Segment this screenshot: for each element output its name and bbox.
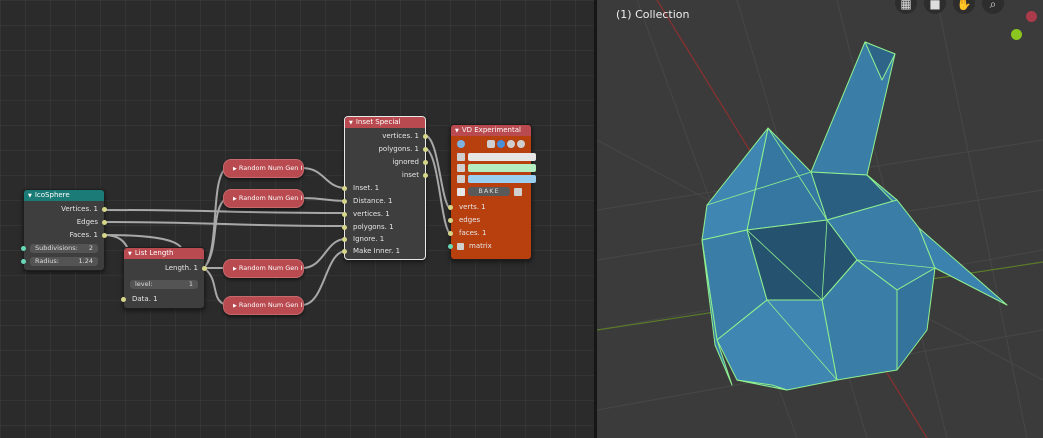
- socket[interactable]: [342, 199, 347, 204]
- socket[interactable]: [342, 212, 347, 217]
- socket[interactable]: [448, 231, 453, 236]
- eye-icon[interactable]: [457, 140, 465, 148]
- cube-icon[interactable]: [487, 140, 495, 148]
- socket[interactable]: [102, 220, 107, 225]
- level-field[interactable]: level: 1: [130, 280, 198, 289]
- collapse-triangle-icon[interactable]: ▼: [349, 120, 353, 126]
- random-num-gen-node[interactable]: ▶ Random Num Gen I: [223, 296, 304, 315]
- edge-color-swatch[interactable]: [468, 164, 536, 172]
- socket[interactable]: [342, 249, 347, 254]
- random-num-gen-node[interactable]: ▶ Random Num Gen I: [223, 189, 304, 208]
- socket[interactable]: [21, 259, 26, 264]
- gizmo-y-dot[interactable]: [1011, 29, 1022, 40]
- filter-icon[interactable]: [457, 188, 465, 196]
- wire: [103, 209, 347, 214]
- icosphere-title: IcoSphere: [34, 191, 70, 199]
- wire: [301, 250, 347, 306]
- edge-toggle-icon[interactable]: [457, 164, 465, 172]
- expand-triangle-icon[interactable]: ▶: [233, 266, 237, 272]
- output-faces: Faces. 1: [69, 231, 98, 239]
- input-polygons: polygons. 1: [353, 223, 394, 231]
- list-length-header[interactable]: ▼ List Length: [124, 248, 204, 259]
- icosphere-node[interactable]: ▼ IcoSphere Vertices. 1 Edges Faces. 1 Su…: [21, 189, 107, 271]
- 3d-viewport[interactable]: (1) Collection ▦ ■ ✋ ⌕: [597, 0, 1043, 438]
- wire: [301, 197, 347, 202]
- output-ignored: ignored: [392, 158, 419, 166]
- inset-special-header[interactable]: ▼ Inset Special: [345, 117, 425, 128]
- vd-experimental-title: VD Experimental: [461, 126, 521, 134]
- random-num-gen-node[interactable]: ▶ Random Num Gen I: [223, 159, 304, 178]
- input-inset: Inset. 1: [353, 184, 380, 192]
- socket[interactable]: [423, 147, 428, 152]
- vd-experimental-node[interactable]: ▼ VD Experimental BAKE verts. 1 edges fac…: [448, 124, 536, 260]
- inset-special-title: Inset Special: [355, 118, 401, 126]
- output-edges: Edges: [76, 218, 98, 226]
- socket[interactable]: [342, 225, 347, 230]
- socket[interactable]: [448, 218, 453, 223]
- expand-triangle-icon[interactable]: ▶: [233, 196, 237, 202]
- output-vertices: Vertices. 1: [61, 205, 98, 213]
- wire: [423, 134, 453, 211]
- socket[interactable]: [102, 233, 107, 238]
- radius-field[interactable]: Radius: 1.24: [30, 257, 98, 266]
- viewport-scene: [597, 0, 1043, 438]
- socket[interactable]: [21, 246, 26, 251]
- icosphere-header[interactable]: ▼ IcoSphere: [24, 190, 104, 201]
- wire: [203, 167, 227, 269]
- output-vertices: vertices. 1: [382, 132, 419, 140]
- socket[interactable]: [342, 237, 347, 242]
- socket[interactable]: [342, 186, 347, 191]
- input-vertices: vertices. 1: [353, 210, 390, 218]
- wire: [103, 221, 347, 227]
- list-length-node[interactable]: ▼ List Length Length. 1 level: 1 Data. 1: [121, 247, 207, 309]
- input-verts: verts. 1: [459, 203, 486, 211]
- face-color-swatch[interactable]: [468, 175, 536, 183]
- expand-triangle-icon[interactable]: ▶: [233, 303, 237, 309]
- vertex-color-swatch[interactable]: [468, 153, 536, 161]
- bake-button[interactable]: BAKE: [468, 187, 510, 196]
- sphere-icon[interactable]: [507, 140, 515, 148]
- input-faces: faces. 1: [459, 229, 487, 237]
- output-inset: inset: [401, 171, 419, 179]
- collection-label: (1) Collection: [616, 8, 690, 21]
- node-editor[interactable]: ▼ IcoSphere Vertices. 1 Edges Faces. 1 Su…: [0, 0, 594, 438]
- shading-icon[interactable]: [497, 140, 505, 148]
- list-length-title: List Length: [134, 249, 174, 257]
- inset-special-node[interactable]: ▼ Inset Special vertices. 1 polygons. 1 i…: [342, 116, 428, 260]
- vertex-toggle-icon[interactable]: [457, 153, 465, 161]
- settings-icon[interactable]: [514, 188, 522, 196]
- socket[interactable]: [448, 205, 453, 210]
- input-ignore: Ignore. 1: [353, 235, 385, 243]
- collapse-triangle-icon[interactable]: ▼: [455, 128, 459, 134]
- socket[interactable]: [448, 244, 453, 249]
- mesh-object: [701, 41, 1008, 391]
- expand-triangle-icon[interactable]: ▶: [233, 166, 237, 172]
- collapse-triangle-icon[interactable]: ▼: [128, 251, 132, 257]
- matrix-icon: [457, 243, 464, 250]
- socket[interactable]: [121, 297, 126, 302]
- gizmo-x-dot[interactable]: [1026, 11, 1037, 22]
- wire: [301, 167, 347, 189]
- vd-experimental-header[interactable]: ▼ VD Experimental: [451, 125, 531, 136]
- output-length: Length. 1: [164, 264, 198, 272]
- random-num-gen-node[interactable]: ▶ Random Num Gen I: [223, 259, 304, 278]
- face-toggle-icon[interactable]: [457, 175, 465, 183]
- socket[interactable]: [423, 160, 428, 165]
- input-data: Data. 1: [132, 295, 158, 303]
- globe-icon[interactable]: [517, 140, 525, 148]
- input-edges: edges: [459, 216, 481, 224]
- collapse-triangle-icon[interactable]: ▼: [28, 193, 32, 199]
- output-polygons: polygons. 1: [378, 145, 419, 153]
- input-matrix: matrix: [469, 242, 492, 250]
- socket[interactable]: [423, 173, 428, 178]
- wire: [203, 267, 227, 306]
- socket[interactable]: [102, 207, 107, 212]
- input-distance: Distance. 1: [353, 197, 393, 205]
- socket[interactable]: [202, 266, 207, 271]
- subdivisions-field[interactable]: Subdivisions: 2: [30, 244, 98, 253]
- input-make-inner: Make Inner. 1: [353, 247, 401, 255]
- socket[interactable]: [423, 134, 428, 139]
